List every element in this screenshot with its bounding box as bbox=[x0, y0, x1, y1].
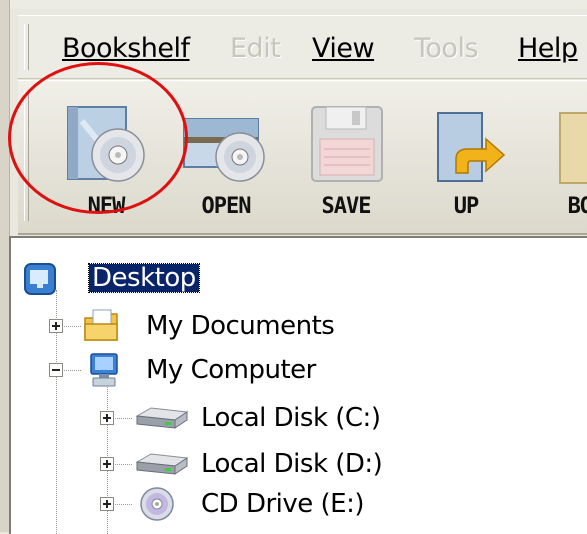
menu-tools-label: Tools bbox=[414, 33, 479, 64]
menu-tools[interactable]: Tools bbox=[414, 33, 479, 64]
hard-disk-icon bbox=[135, 407, 189, 429]
tree-item-desktop[interactable]: Desktop bbox=[11, 258, 587, 298]
expand-local-disk-c-toggle[interactable] bbox=[100, 411, 114, 425]
folder-tree: Desktop My Documents My Computer Local D… bbox=[9, 236, 587, 534]
highlight-circle bbox=[8, 62, 188, 214]
tree-label-desktop: Desktop bbox=[88, 263, 200, 293]
menu-view[interactable]: View bbox=[312, 33, 375, 64]
tree-item-local-disk-d[interactable]: Local Disk (D:) bbox=[11, 444, 587, 484]
expand-local-disk-d-toggle[interactable] bbox=[100, 457, 114, 471]
book-icon bbox=[559, 112, 587, 184]
book-button[interactable]: BOO bbox=[526, 89, 587, 229]
book-button-label: BOO bbox=[567, 194, 587, 219]
cd-drive-icon bbox=[140, 487, 174, 521]
floppy-disk-icon bbox=[311, 106, 383, 182]
tree-label-local-disk-c: Local Disk (C:) bbox=[201, 403, 381, 433]
menu-help[interactable]: Help bbox=[518, 34, 578, 64]
expand-my-documents-toggle[interactable] bbox=[49, 319, 63, 333]
menu-edit-label: Edit bbox=[230, 33, 281, 64]
open-book-disc-icon bbox=[183, 118, 265, 182]
menubar-grip[interactable] bbox=[24, 24, 29, 70]
collapse-my-computer-toggle[interactable] bbox=[49, 363, 63, 377]
tree-item-local-disk-c[interactable]: Local Disk (C:) bbox=[11, 398, 587, 438]
up-button-label: UP bbox=[453, 194, 480, 219]
menu-bookshelf[interactable]: Bookshelf bbox=[62, 34, 190, 64]
tree-label-cd-drive-e: CD Drive (E:) bbox=[201, 489, 365, 519]
desktop-icon bbox=[24, 263, 56, 295]
hard-disk-icon bbox=[135, 453, 189, 475]
open-button-label: OPEN bbox=[201, 194, 252, 219]
tree-label-my-computer: My Computer bbox=[146, 355, 316, 385]
up-button[interactable]: UP bbox=[406, 89, 526, 229]
window-top-edge bbox=[0, 0, 587, 9]
save-button-label: SAVE bbox=[321, 194, 372, 219]
save-button[interactable]: SAVE bbox=[286, 89, 406, 229]
folder-up-arrow-icon bbox=[437, 112, 506, 182]
tree-label-local-disk-d: Local Disk (D:) bbox=[201, 449, 383, 479]
expand-cd-drive-e-toggle[interactable] bbox=[100, 497, 114, 511]
menu-bookshelf-label: Bookshelf bbox=[62, 33, 190, 64]
my-computer-icon bbox=[90, 353, 118, 387]
tree-item-my-documents[interactable]: My Documents bbox=[11, 306, 587, 346]
tree-item-cd-drive-e[interactable]: CD Drive (E:) bbox=[11, 484, 587, 524]
menu-help-label: Help bbox=[518, 33, 578, 64]
menu-view-label: View bbox=[312, 33, 375, 64]
tree-label-my-documents: My Documents bbox=[146, 311, 335, 341]
menu-edit[interactable]: Edit bbox=[230, 33, 281, 64]
my-documents-icon bbox=[84, 309, 118, 341]
tree-item-my-computer[interactable]: My Computer bbox=[11, 350, 587, 390]
